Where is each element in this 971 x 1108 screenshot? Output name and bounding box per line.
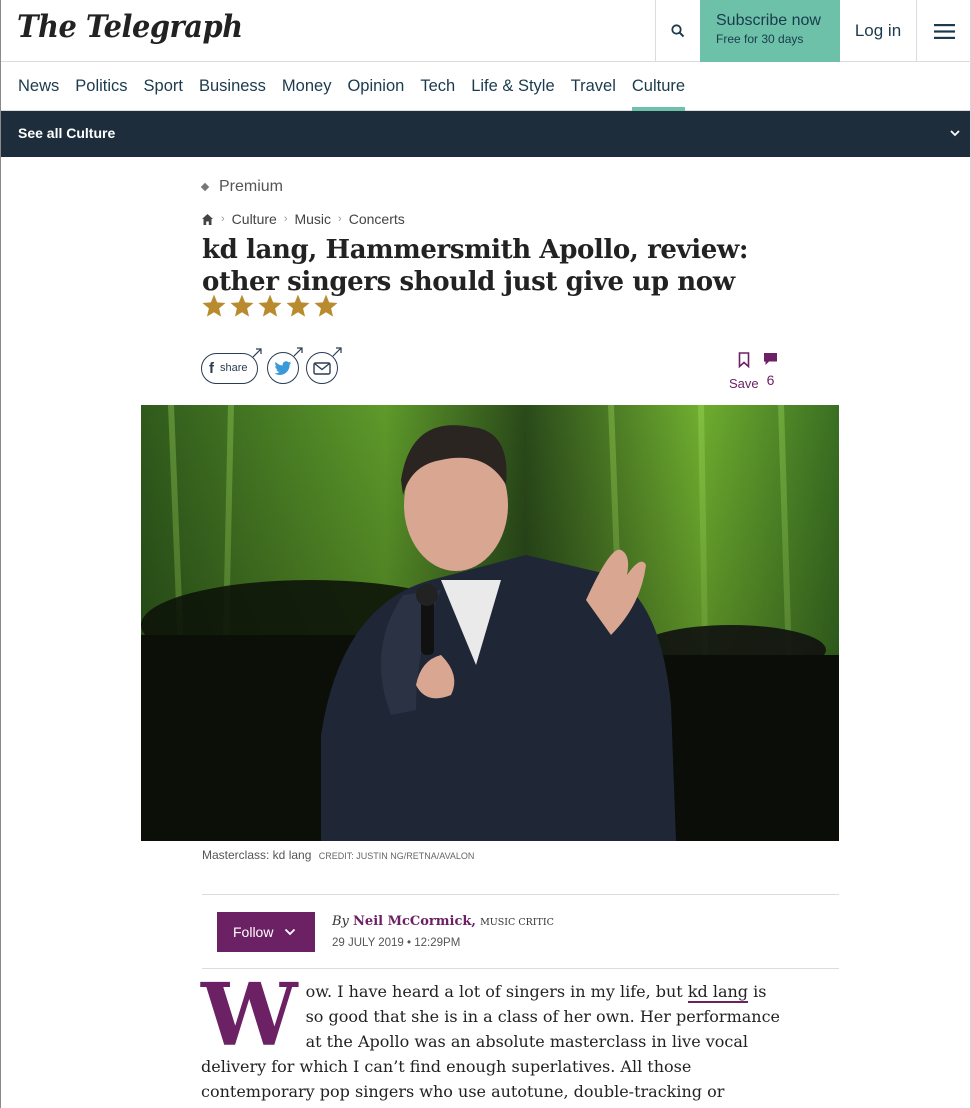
- email-share-button[interactable]: [305, 347, 342, 384]
- nav-item-culture[interactable]: Culture: [631, 62, 686, 111]
- breadcrumb-separator: ›: [283, 213, 288, 225]
- nav-item-opinion[interactable]: Opinion: [347, 62, 404, 111]
- chevron-down-icon: [285, 928, 296, 936]
- star-icon: [257, 293, 285, 320]
- concert-photo-illustration: [141, 405, 839, 841]
- star-icon: [285, 293, 313, 320]
- save-label: Save: [729, 376, 759, 391]
- article-headline: kd lang, Hammersmith Apollo, review: oth…: [202, 235, 749, 297]
- save-button[interactable]: Save: [729, 352, 759, 391]
- body-text-part: ow. I have heard a lot of singers in my …: [305, 982, 688, 1001]
- subnav-label: See all Culture: [18, 125, 116, 141]
- star-rating: [201, 293, 341, 320]
- nav-item-life-style[interactable]: Life & Style: [471, 62, 554, 111]
- nav-item-news[interactable]: News: [18, 62, 59, 111]
- search-button[interactable]: [655, 0, 700, 62]
- author-link[interactable]: Neil McCormick,: [353, 914, 476, 929]
- premium-label: Premium: [200, 178, 284, 196]
- external-arrow-icon: [252, 347, 262, 357]
- image-caption: Masterclass: kd lang CREDIT: JUSTIN NG/R…: [202, 848, 474, 862]
- external-arrow-icon: [293, 347, 303, 357]
- divider: [202, 894, 839, 895]
- hamburger-menu-icon: [934, 23, 955, 39]
- breadcrumb-music[interactable]: Music: [294, 211, 331, 227]
- article-hero-image: [141, 405, 839, 841]
- breadcrumb-separator: ›: [221, 213, 225, 225]
- search-icon: [671, 24, 685, 38]
- page: The Telegraph Subscribe now Free for 30 …: [0, 0, 971, 1108]
- menu-button[interactable]: [917, 0, 970, 62]
- premium-diamond-icon: [200, 182, 210, 192]
- chevron-down-icon: [950, 130, 960, 137]
- byline: By Neil McCormick, Music Critic: [332, 914, 554, 929]
- breadcrumb: › Culture › Music › Concerts: [201, 211, 405, 227]
- breadcrumb-separator: ›: [338, 213, 342, 225]
- kd-lang-link[interactable]: kd lang: [687, 982, 749, 1003]
- star-icon: [201, 293, 229, 320]
- share-buttons: f share: [201, 347, 345, 384]
- bookmark-icon: [738, 352, 750, 369]
- nav-item-business[interactable]: Business: [199, 62, 266, 111]
- facebook-share-button[interactable]: f share: [201, 347, 262, 384]
- nav-item-travel[interactable]: Travel: [571, 62, 616, 111]
- byline-prefix: By: [332, 914, 349, 929]
- twitter-icon: [273, 360, 291, 375]
- follow-label: Follow: [233, 924, 274, 940]
- facebook-icon: f: [209, 359, 214, 377]
- nav-item-politics[interactable]: Politics: [75, 62, 127, 111]
- envelope-icon: [312, 361, 331, 375]
- star-icon: [229, 293, 257, 320]
- premium-text: Premium: [219, 178, 284, 195]
- subscribe-title: Subscribe now: [716, 12, 821, 29]
- publish-date: 29 JULY 2019 • 12:29PM: [332, 937, 461, 949]
- nav-item-sport[interactable]: Sport: [144, 62, 183, 111]
- caption-text: Masterclass: kd lang: [202, 848, 312, 862]
- star-icon: [313, 293, 341, 320]
- telegraph-logo[interactable]: The Telegraph: [17, 9, 243, 45]
- culture-subnav[interactable]: See all Culture: [1, 111, 970, 157]
- subscribe-subtitle: Free for 30 days: [716, 32, 804, 46]
- breadcrumb-culture[interactable]: Culture: [232, 211, 277, 227]
- article-body: Wow. I have heard a lot of singers in my…: [201, 965, 781, 1108]
- image-credit: CREDIT: JUSTIN NG/RETNA/AVALON: [318, 851, 475, 861]
- share-label: share: [220, 362, 248, 374]
- site-header: The Telegraph Subscribe now Free for 30 …: [1, 0, 970, 62]
- author-role: Music Critic: [480, 917, 554, 928]
- login-link[interactable]: Log in: [840, 0, 917, 62]
- nav-item-money[interactable]: Money: [282, 62, 332, 111]
- subscribe-button[interactable]: Subscribe now Free for 30 days: [700, 0, 840, 62]
- comments-button[interactable]: 6: [763, 352, 778, 388]
- breadcrumb-concerts[interactable]: Concerts: [349, 211, 405, 227]
- nav-item-tech[interactable]: Tech: [420, 62, 455, 111]
- home-icon[interactable]: [201, 213, 214, 226]
- drop-cap: W: [201, 965, 298, 1066]
- follow-button[interactable]: Follow: [217, 912, 315, 952]
- comment-count: 6: [766, 372, 775, 388]
- speech-bubble-icon: [764, 353, 777, 365]
- main-nav: News Politics Sport Business Money Opini…: [1, 62, 970, 111]
- twitter-share-button[interactable]: [266, 347, 303, 384]
- external-arrow-icon: [332, 347, 342, 357]
